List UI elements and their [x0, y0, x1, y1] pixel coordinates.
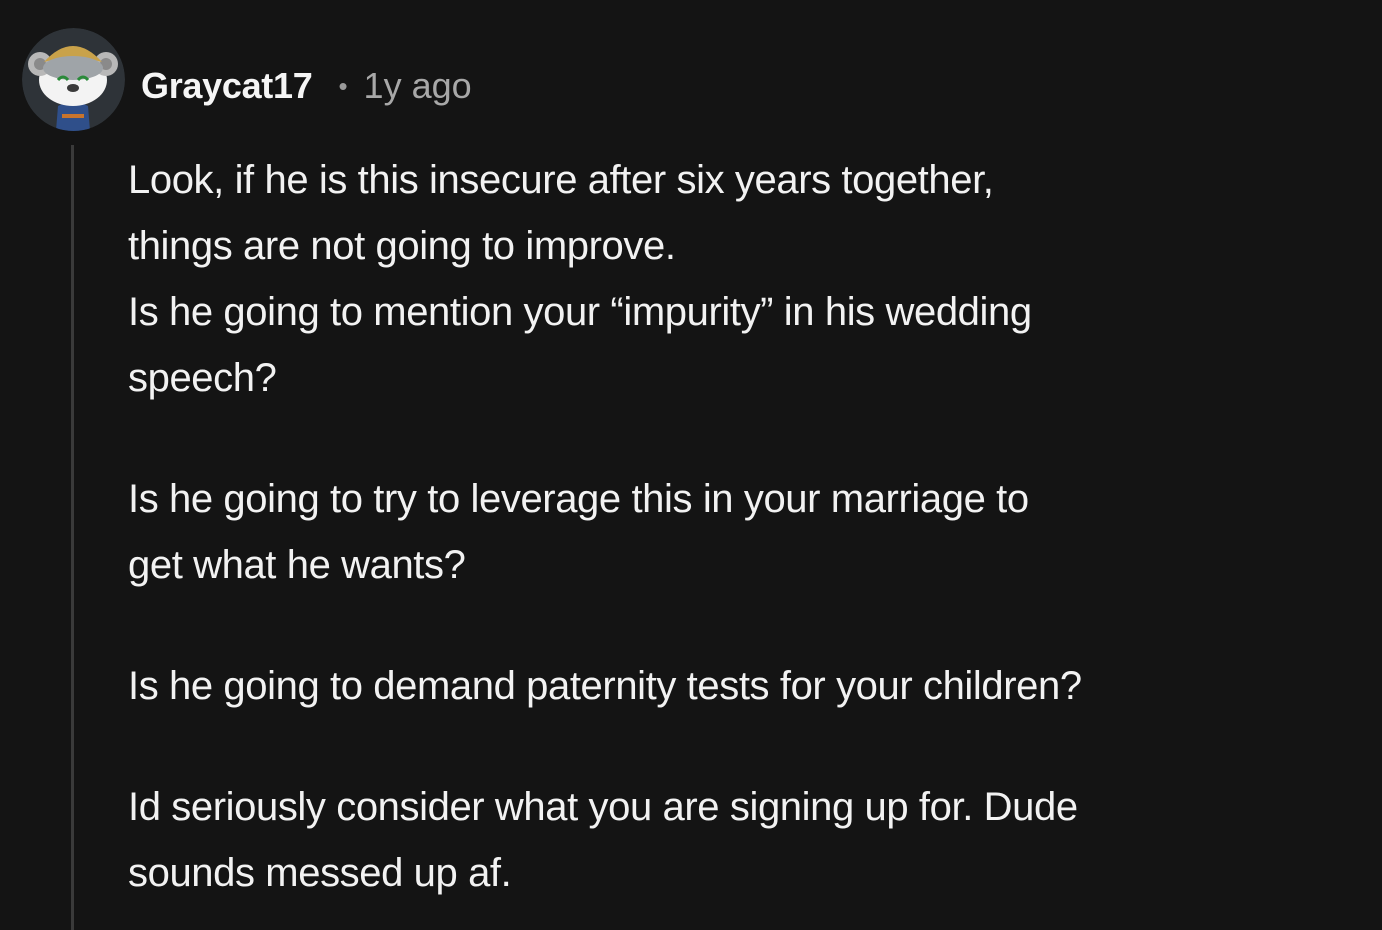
username-link[interactable]: Graycat17 — [141, 65, 313, 107]
comment-body: Look, if he is this insecure after six y… — [128, 147, 1368, 906]
comment-header: Graycat17 • 1y ago — [141, 62, 472, 110]
thread-line[interactable] — [71, 145, 74, 930]
comment-paragraph: Is he going to try to leverage this in y… — [128, 477, 1029, 587]
comment: Graycat17 • 1y ago Look, if he is this i… — [0, 0, 1382, 930]
comment-paragraph: Id seriously consider what you are signi… — [128, 785, 1078, 895]
comment-paragraph: Is he going to demand paternity tests fo… — [128, 664, 1082, 708]
separator-dot: • — [338, 70, 348, 101]
timestamp[interactable]: 1y ago — [364, 65, 472, 107]
snoo-avatar-icon — [22, 28, 125, 131]
user-avatar[interactable] — [22, 28, 125, 131]
comment-paragraph: Look, if he is this insecure after six y… — [128, 158, 1032, 400]
